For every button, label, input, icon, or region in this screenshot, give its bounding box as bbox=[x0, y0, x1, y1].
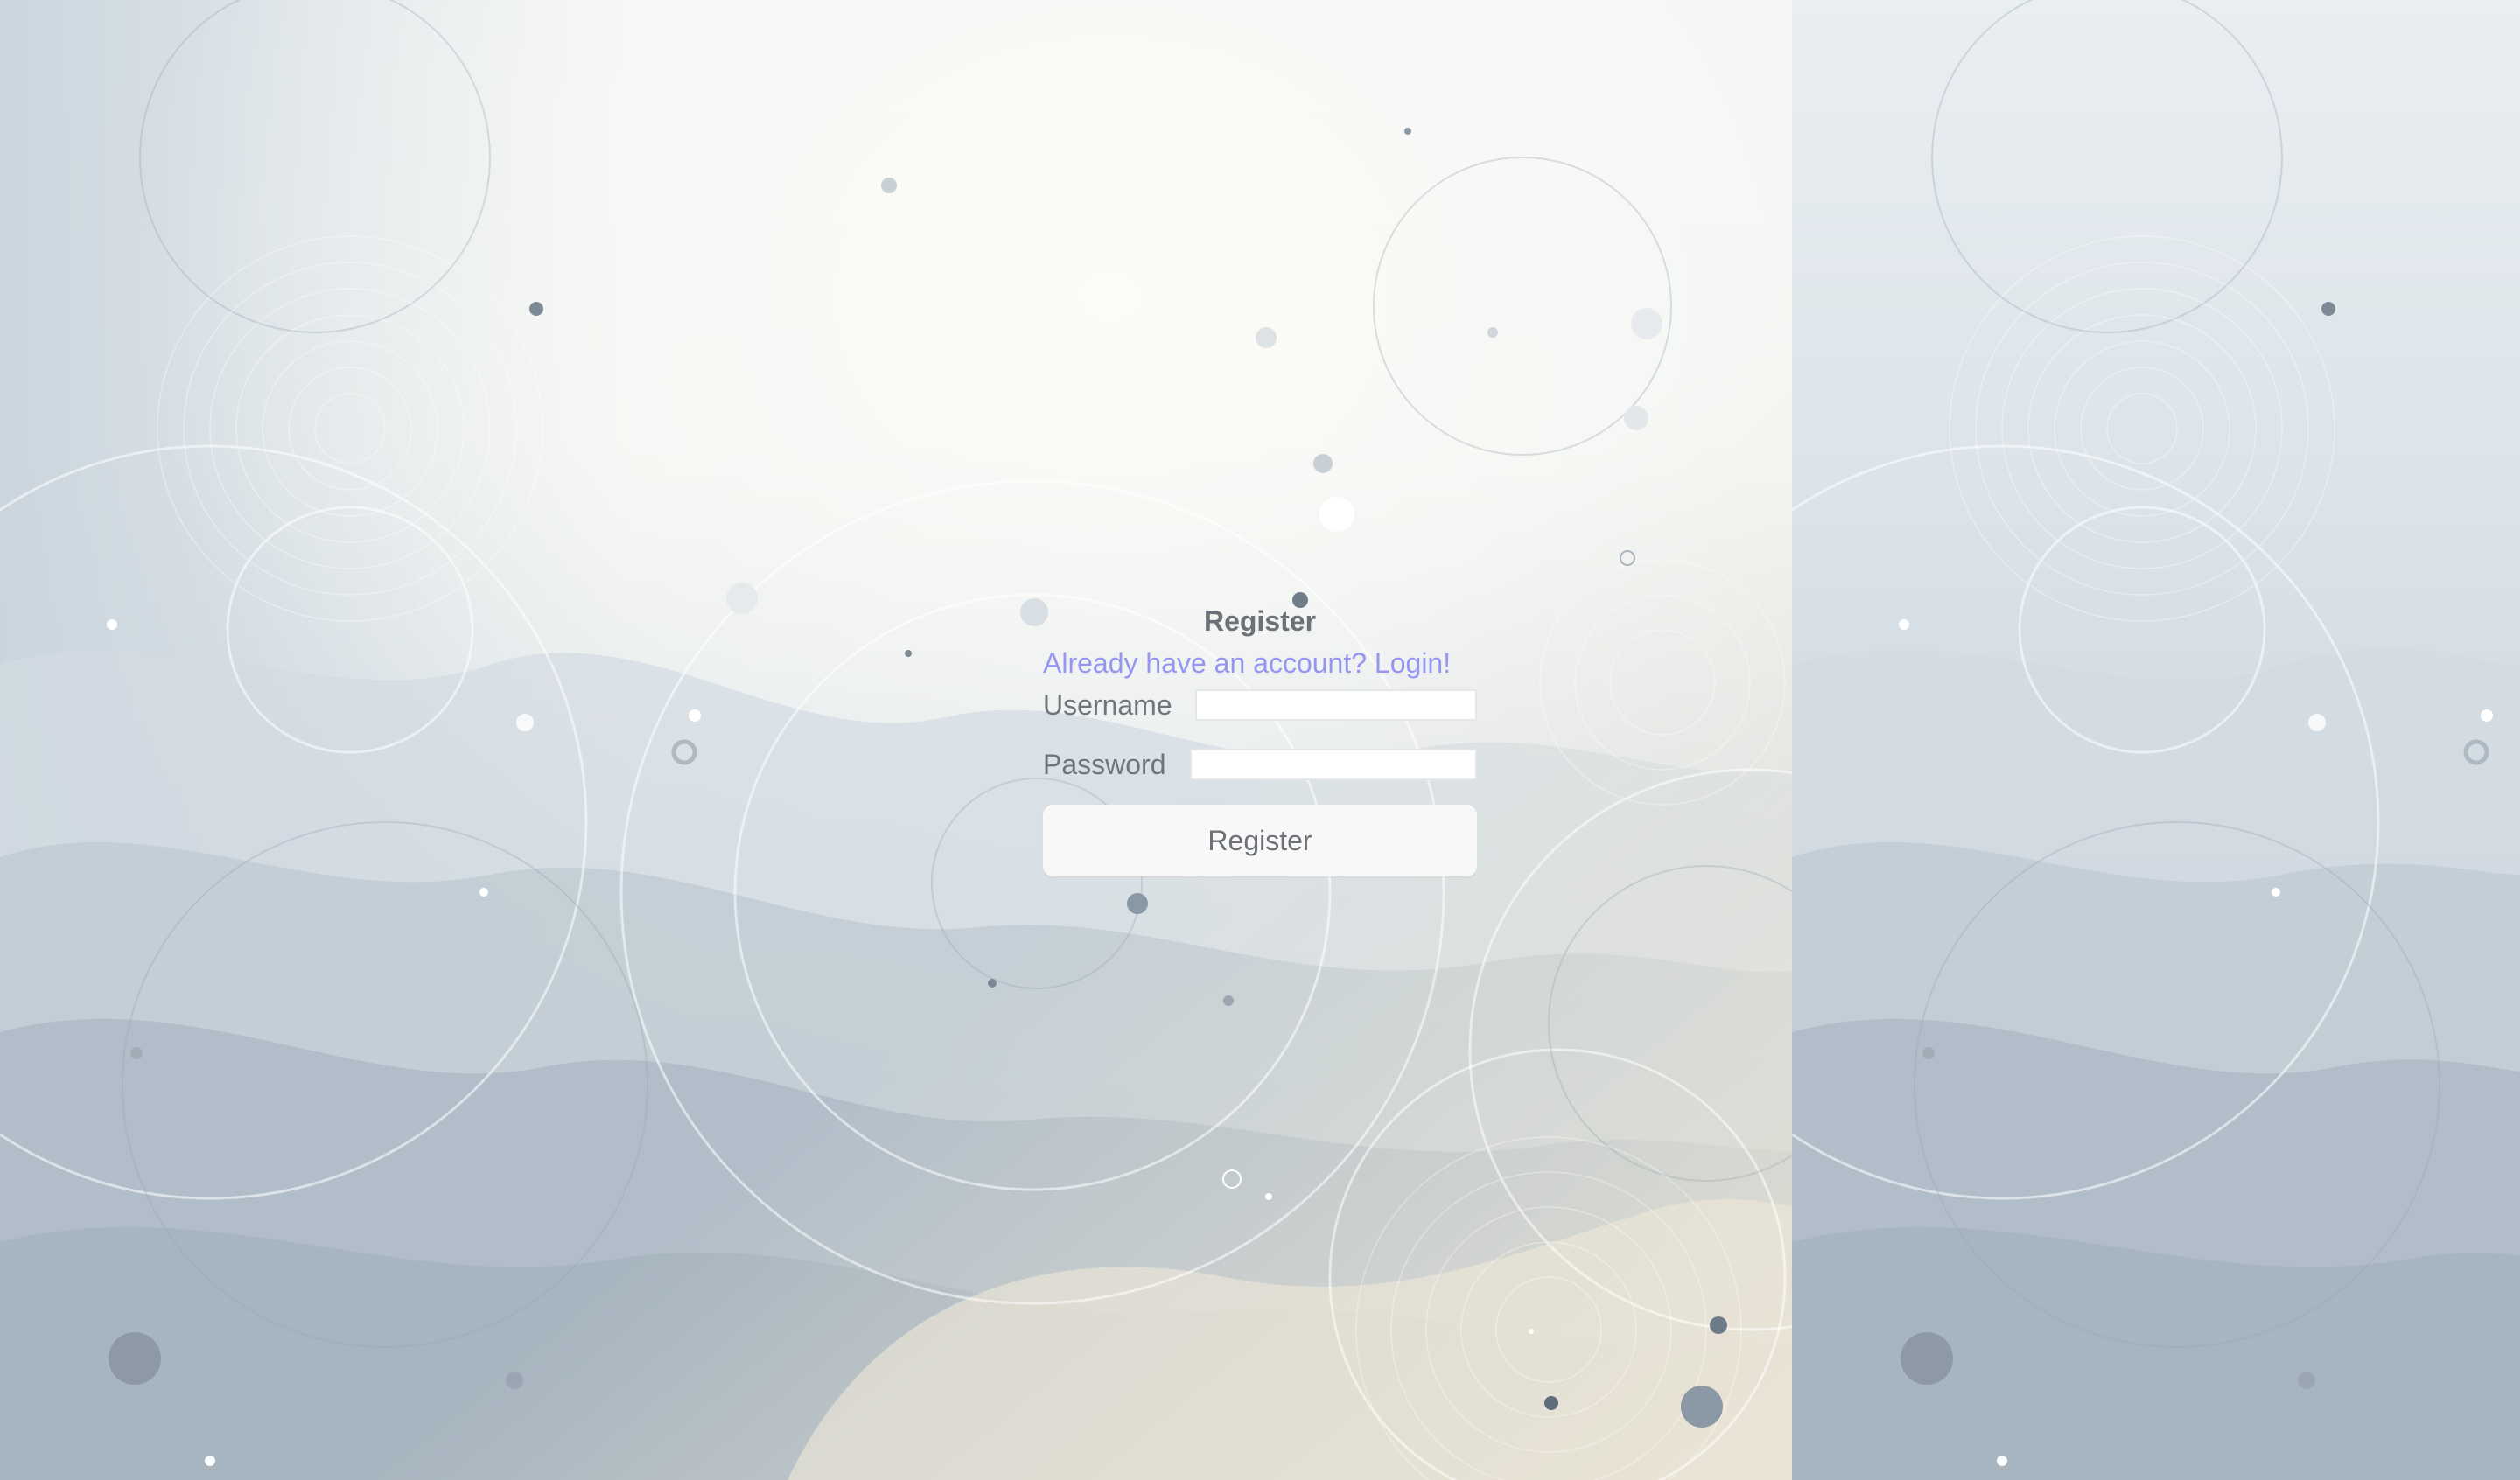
username-input[interactable] bbox=[1195, 689, 1477, 721]
password-input[interactable] bbox=[1190, 749, 1477, 780]
background-artwork bbox=[0, 0, 1792, 1480]
username-row: Username bbox=[1043, 688, 1477, 723]
login-link[interactable]: Already have an account? Login! bbox=[1043, 646, 1477, 681]
register-page: Register Already have an account? Login!… bbox=[0, 0, 2520, 1480]
password-row: Password bbox=[1043, 747, 1477, 782]
form-title: Register bbox=[1203, 605, 1317, 637]
password-label: Password bbox=[1043, 749, 1166, 780]
register-button[interactable]: Register bbox=[1043, 805, 1477, 876]
username-label: Username bbox=[1043, 689, 1172, 721]
background-artwork-repeat bbox=[1792, 0, 2520, 1480]
register-form: Register Already have an account? Login!… bbox=[1043, 604, 1477, 876]
